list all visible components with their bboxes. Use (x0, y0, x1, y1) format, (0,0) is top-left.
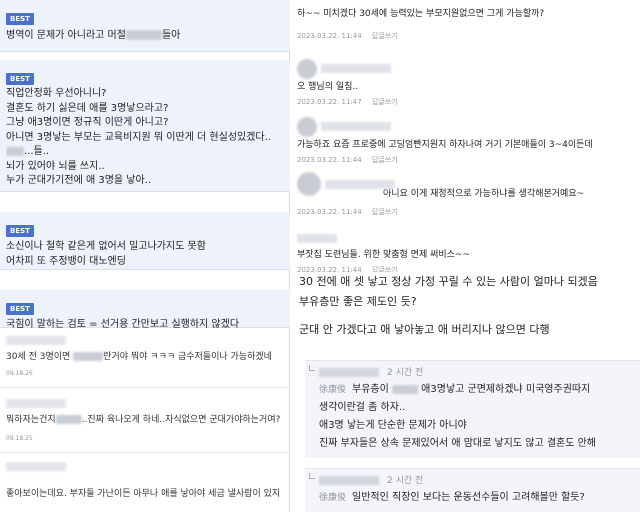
reply-link[interactable]: 답글쓰기 (372, 208, 398, 216)
best-comment-text: 소신이나 철학 같은게 없어서 밀고나가지도 못함 (6, 241, 206, 252)
comment-text: 가능하죠 요즘 프로중에 고딩엄빤지원지 하자나여 거기 기본애들이 3~4이든… (297, 139, 593, 150)
comment-date: 2023.03.22. 11:47 (297, 97, 362, 106)
comment-item[interactable]: 하~~ 미치겠다 30세에 능력있는 부모지원없으면 그게 가능할까? 2023… (291, 8, 640, 41)
reply-arrow-icon (309, 365, 315, 371)
comment-text: 군대 안 가겠다고 애 낳아놓고 애 버리지나 않으면 다행 (299, 323, 550, 336)
reply-author: 徐康俊 (319, 385, 347, 395)
reply-author: 徐康俊 (319, 493, 347, 503)
best-comment-text: 아니면 3명낳는 부모는 교육비지원 뭐 이딴게 더 현실성있겠다.. (6, 131, 271, 143)
redacted-word (6, 146, 24, 156)
best-badge: BEST (6, 13, 34, 25)
comment-item[interactable]: 30세 전 3명이면 란거야 뭐야 ㅋㅋㅋ 금수저들이나 가능하겠네 09.18… (0, 332, 290, 388)
reply-link[interactable]: 답글쓰기 (372, 32, 398, 40)
redacted-word (55, 415, 82, 424)
comment-item[interactable]: 아니요 이게 재정적으로 가능하냐를 생각해본거예요~ 2023.03.22. … (291, 172, 640, 217)
comment-date: 2023.03.22. 11:44 (297, 155, 362, 164)
avatar[interactable] (297, 116, 317, 137)
avatar[interactable] (297, 172, 321, 196)
redacted-nickname (6, 462, 66, 471)
redacted-nickname (6, 336, 66, 345)
best-comment-3[interactable]: BEST 소신이나 철학 같은게 없어서 밀고나가지도 못함 어차피 또 주정뱅… (0, 212, 290, 270)
redacted-word (125, 30, 162, 40)
redacted-nickname (321, 122, 391, 131)
comment-date: 2023.03.22. 11:44 (297, 208, 362, 216)
reply-link[interactable]: 답글쓰기 (372, 156, 398, 164)
reply-text: 생각이란걸 좀 하자.. (319, 402, 406, 413)
reply-link[interactable]: 답글쓰기 (372, 98, 398, 106)
reply-time: 2 시간 전 (387, 368, 424, 378)
best-badge: BEST (6, 225, 34, 237)
comment-date: 2023.03.22. 11:44 (297, 32, 362, 40)
best-comment-text: 병역이 문제가 아니라고 머절 (6, 30, 126, 41)
comment-item[interactable]: 좋아보이는데요. 부자들 가난이든 아무나 애를 낳아야 세금 낼사람이 있지 (0, 458, 290, 512)
left-comment-column: BEST 병역이 문제가 아니라고 머절 들아 BEST 직업안정화 우선아니니?… (0, 0, 290, 512)
best-comment-text: 누가 군대가기전에 애 3명을 낳아.. (6, 175, 152, 186)
best-comment-1[interactable]: BEST 병역이 문제가 아니라고 머절 들아 (0, 0, 290, 52)
redacted-nickname (319, 476, 379, 485)
redacted-word (392, 384, 418, 394)
redacted-nickname (6, 399, 66, 408)
reply-arrow-icon (309, 473, 315, 479)
best-comment-text: 직업안정화 우선아니니? (6, 88, 107, 99)
comment-item[interactable]: 오 행님의 일침.. 2023.03.22. 11:47 답글쓰기 (291, 58, 640, 107)
comment-text: 부유층만 좋은 제도인 듯? (299, 295, 417, 308)
expanded-comment-thread: 30 전에 애 셋 낳고 정상 가정 꾸릴 수 있는 사람이 얼마나 되겠음 부… (291, 272, 640, 512)
comment-text: 부잣집 도련님들. 위한 맞춤형 면제 써비스~~ (297, 250, 471, 260)
redacted-nickname (321, 64, 391, 73)
redacted-nickname (325, 179, 395, 189)
best-badge: BEST (6, 73, 34, 85)
comment-time: 09.18.25 (6, 435, 33, 442)
comment-item[interactable]: 뭐하자는건지 ..진짜 육나오게 하네..자식없으면 군대가야하는거여? 09.1… (0, 395, 290, 453)
reply-text: 진짜 부자들은 상속 문제있어서 애 맘대로 낳지도 않고 결혼도 안해 (319, 438, 597, 449)
best-comment-text: 결혼도 하기 싫은데 애를 3명낳으라고? (6, 102, 169, 114)
best-comment-4[interactable]: BEST 국힘이 말하는 검토 = 선거용 간만보고 실행하지 않겠다 (0, 290, 290, 330)
right-comment-column: 하~~ 미치겠다 30세에 능력있는 부모지원없으면 그게 가능할까? 2023… (291, 0, 640, 512)
best-comment-2[interactable]: BEST 직업안정화 우선아니니? 결혼도 하기 싫은데 애를 3명낳으라고? … (0, 60, 290, 192)
best-comment-text: 뇌가 있어야 뇌를 쓰지.. (6, 160, 105, 172)
reply-item[interactable]: 2 시간 전 徐康俊 일반적인 직장인 보다는 운동선수들이 고려해볼만 할듯? (305, 468, 640, 512)
redacted-nickname (319, 368, 379, 377)
comment-text: 하~~ 미치겠다 30세에 능력있는 부모지원없으면 그게 가능할까? (297, 9, 545, 19)
reply-item[interactable]: 2 시간 전 徐康俊 부유층이 애3명낳고 군면제하겠냐 미국영주권따지 생각이란… (305, 360, 640, 458)
avatar[interactable] (297, 58, 317, 79)
reply-time: 2 시간 전 (387, 476, 424, 486)
redacted-nickname (297, 234, 337, 243)
best-badge: BEST (6, 303, 34, 315)
comment-item[interactable]: 부잣집 도련님들. 위한 맞춤형 면제 써비스~~ 2023.03.22. 11… (291, 228, 640, 275)
redacted-word (73, 352, 104, 361)
best-comment-text: 어차피 또 주정뱅이 대노엔딩 (6, 255, 126, 267)
comment-text: 30 전에 애 셋 낳고 정상 가정 꾸릴 수 있는 사람이 얼마나 되겠음 (299, 275, 598, 288)
comment-time: 09.18.26 (6, 370, 33, 377)
reply-text: 애3명 낳는게 단순한 문제가 아니야 (319, 420, 467, 431)
best-comment-text: 그냥 애3명이면 정규직 이딴게 아니고? (6, 117, 169, 128)
best-comment-text: 국힘이 말하는 검토 = 선거용 간만보고 실행하지 않겠다 (6, 319, 240, 330)
comment-item[interactable]: 가능하죠 요즘 프로중에 고딩엄빤지원지 하자나여 거기 기본애들이 3~4이든… (291, 116, 640, 165)
comment-text: 오 행님의 일침.. (297, 81, 359, 92)
